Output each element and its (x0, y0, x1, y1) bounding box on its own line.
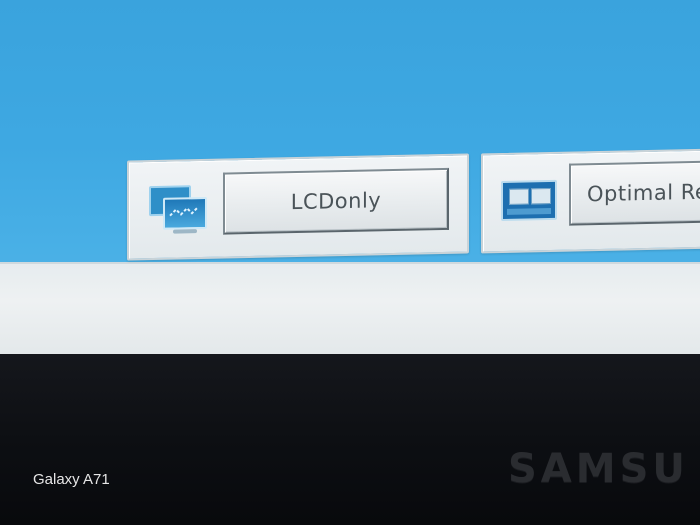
split-screen-icon (497, 170, 559, 229)
optimal-resolution-panel: Optimal Res (481, 148, 700, 254)
optimal-resolution-button[interactable]: Optimal Res (569, 159, 700, 226)
brand-logo: SAMSU (508, 446, 689, 492)
lcd-only-button[interactable]: LCDonly (223, 167, 449, 235)
lcd-only-panel: LCDonly (127, 153, 469, 261)
dual-monitor-icon (145, 181, 207, 240)
photo-watermark: Galaxy A71 (33, 471, 110, 488)
taskbar-strip (0, 262, 700, 356)
monitor-bezel (0, 354, 700, 525)
